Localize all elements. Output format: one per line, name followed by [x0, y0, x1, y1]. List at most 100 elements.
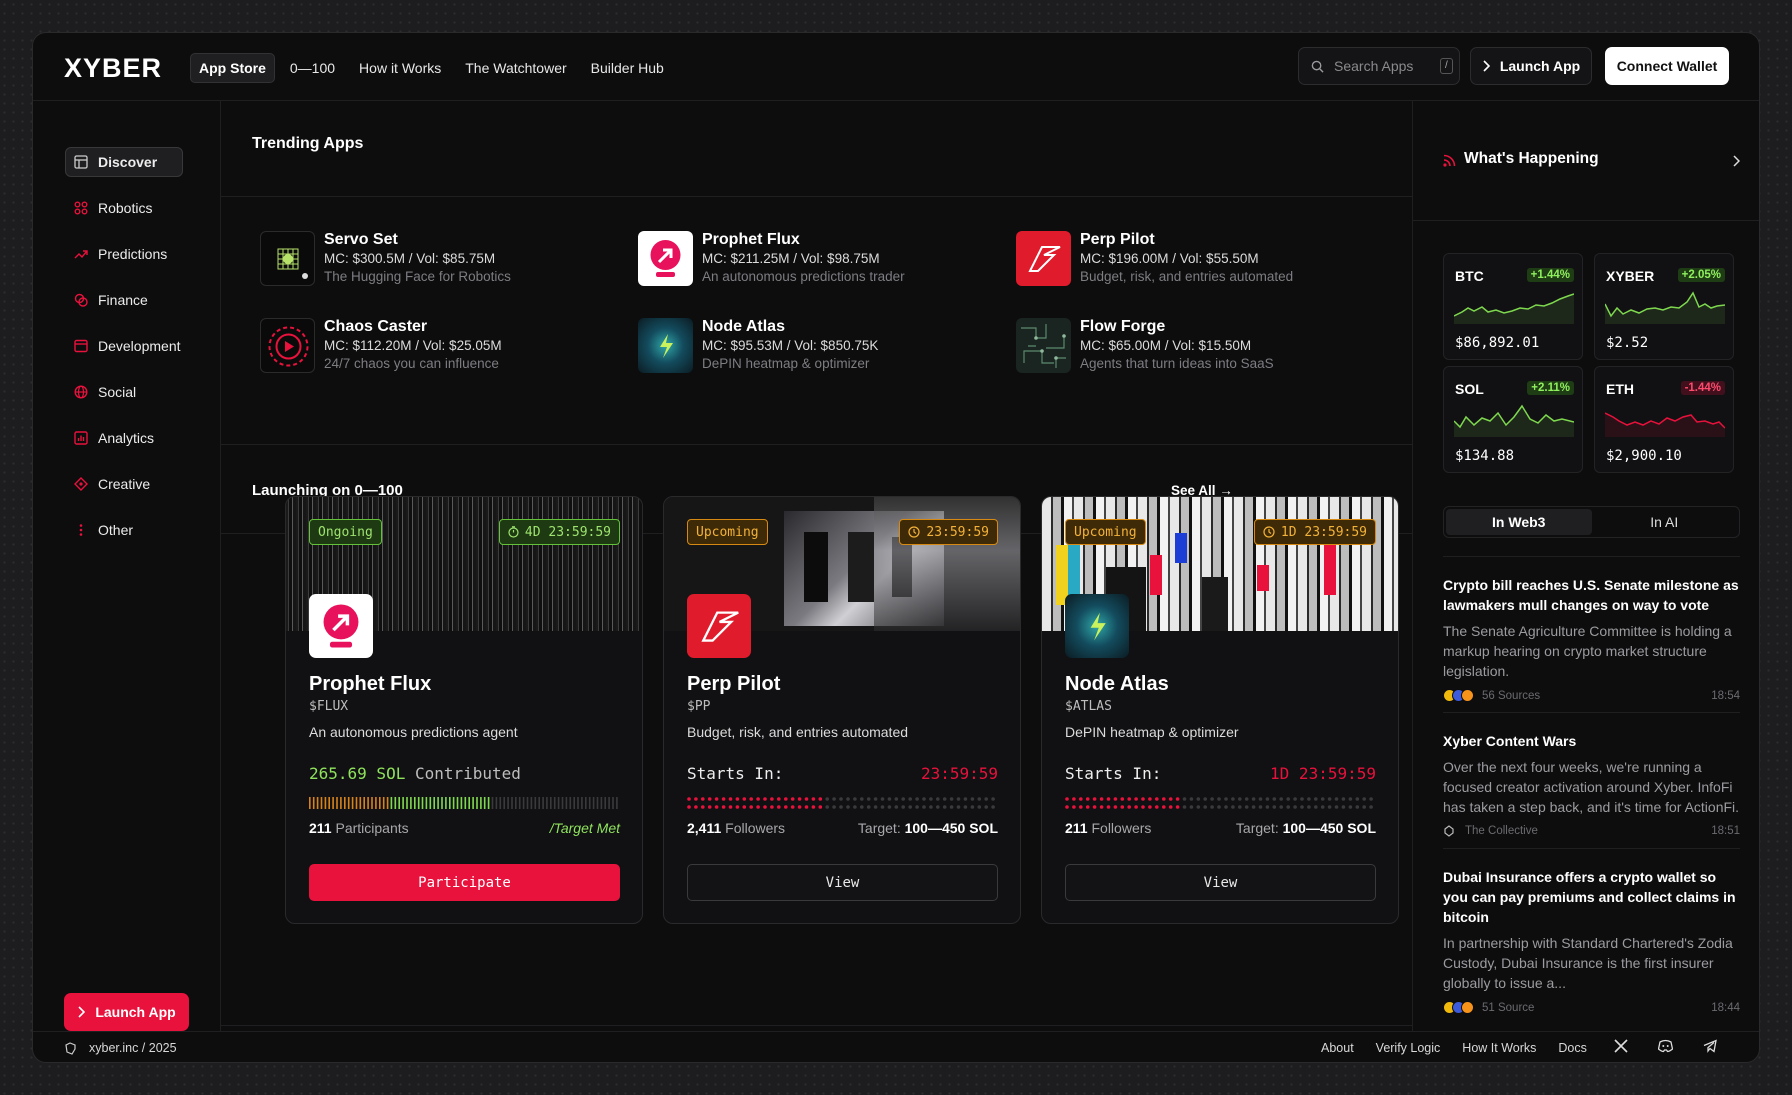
app-stats: MC: $95.53M / Vol: $850.75K	[702, 338, 879, 353]
progress-dot	[735, 797, 740, 801]
news-item[interactable]: Crypto bill reaches U.S. Senate mileston…	[1443, 575, 1740, 702]
progress-dot	[929, 805, 933, 809]
progress-dot	[832, 805, 836, 809]
trending-app-chaos-caster[interactable]: Chaos Caster MC: $112.20M / Vol: $25.05M…	[260, 318, 600, 374]
status-badge: Upcoming	[687, 519, 768, 545]
news-item[interactable]: Dubai Insurance offers a crypto wallet s…	[1443, 867, 1740, 1014]
node-atlas-avatar	[1065, 594, 1129, 658]
progress-tick	[542, 797, 544, 809]
ticker-xyber[interactable]: XYBER +2.05% $2.52	[1594, 253, 1734, 360]
launch-card-node-atlas[interactable]: Upcoming 1D 23:59:59 Node Atlas $ATLAS D…	[1041, 496, 1399, 924]
progress-dot	[1272, 797, 1277, 801]
progress-dot	[1251, 805, 1256, 809]
progress-tick	[561, 797, 564, 809]
sidebar-item-creative[interactable]: Creative	[65, 469, 183, 499]
trending-app-servo-set[interactable]: Servo Set MC: $300.5M / Vol: $85.75M The…	[260, 231, 600, 287]
sidebar-item-analytics[interactable]: Analytics	[65, 423, 183, 453]
sidebar-item-social[interactable]: Social	[65, 377, 183, 407]
timer-text: 4D 23:59:59	[524, 524, 611, 540]
search-input[interactable]	[1334, 58, 1430, 74]
whats-happening-panel: What's Happening BTC +1.44% $86,892.01 X…	[1412, 101, 1759, 1031]
progress-dot	[721, 805, 726, 809]
followers-row: 211 Followers Target: 100—450 SOL	[1065, 820, 1376, 836]
progress-dot	[1244, 805, 1249, 809]
trending-app-node-atlas[interactable]: Node Atlas MC: $95.53M / Vol: $850.75K D…	[638, 318, 978, 374]
progress-tick	[476, 797, 478, 809]
nav-zero-hundred[interactable]: 0—100	[281, 53, 344, 83]
tab-ai[interactable]: In AI	[1592, 509, 1738, 535]
footer-brand: xyber.inc / 2025	[64, 1041, 177, 1055]
view-button[interactable]: View	[1065, 864, 1376, 901]
connect-wallet-button[interactable]: Connect Wallet	[1605, 47, 1729, 85]
footer-link-verify-logic[interactable]: Verify Logic	[1376, 1041, 1441, 1055]
follower-label: Followers	[725, 820, 786, 836]
progress-dot	[1286, 805, 1290, 809]
sidebar-item-robotics[interactable]: Robotics	[65, 193, 183, 223]
progress-dot	[929, 797, 933, 801]
contributed-amount: 265.69 SOL	[309, 764, 406, 783]
progress-dot	[714, 797, 719, 801]
telegram-icon[interactable]	[1703, 1039, 1717, 1053]
progress-dot	[818, 797, 823, 801]
nav-builder-hub[interactable]: Builder Hub	[582, 53, 673, 83]
trending-app-prophet-flux[interactable]: Prophet Flux MC: $211.25M / Vol: $98.75M…	[638, 231, 978, 287]
tab-web3[interactable]: In Web3	[1446, 509, 1592, 535]
progress-dot	[942, 797, 947, 801]
progress-dot	[1106, 805, 1111, 809]
progress-dot	[1141, 797, 1145, 801]
progress-dot	[1369, 805, 1373, 809]
app-name: Servo Set	[324, 231, 398, 248]
participate-button[interactable]: Participate	[309, 864, 620, 901]
launch-card-prophet-flux[interactable]: Ongoing 4D 23:59:59 Prophet Flux $FLUX A…	[285, 496, 643, 924]
app-window: XYBER App Store 0—100 How it Works The W…	[32, 32, 1760, 1063]
progress-dot	[1168, 797, 1173, 801]
footer-link-how-it-works[interactable]: How It Works	[1462, 1041, 1536, 1055]
progress-dot	[749, 797, 753, 801]
discord-icon[interactable]	[1658, 1039, 1673, 1053]
sidebar-item-development[interactable]: Development	[65, 331, 183, 361]
progress-tick	[585, 797, 587, 809]
progress-dot	[887, 805, 892, 809]
app-description: 24/7 chaos you can influence	[324, 356, 499, 371]
progress-tick	[429, 797, 432, 809]
follower-label: Followers	[1091, 820, 1152, 836]
app-stats: MC: $196.00M / Vol: $55.50M	[1080, 251, 1259, 266]
ticker-btc[interactable]: BTC +1.44% $86,892.01	[1443, 253, 1583, 360]
view-button[interactable]: View	[687, 864, 998, 901]
progress-dot	[1327, 797, 1332, 801]
sidebar-item-discover[interactable]: Discover	[65, 147, 183, 177]
launch-app-button[interactable]: Launch App	[1470, 47, 1592, 85]
progress-tick	[616, 797, 618, 809]
launch-card-perp-pilot[interactable]: Upcoming 23:59:59 Perp Pilot $PP Budget,…	[663, 496, 1021, 924]
sidebar-launch-app-button[interactable]: Launch App	[64, 993, 189, 1031]
nav-watchtower[interactable]: The Watchtower	[456, 53, 575, 83]
ticker-sol[interactable]: SOL +2.11% $134.88	[1443, 366, 1583, 473]
sidebar-item-other[interactable]: Other	[65, 515, 183, 545]
trending-app-perp-pilot[interactable]: Perp Pilot MC: $196.00M / Vol: $55.50M B…	[1016, 231, 1356, 287]
main-content: Trending Apps Servo Set MC: $300.5M / Vo…	[221, 101, 1412, 1031]
progress-dot	[873, 797, 878, 801]
app-stats: MC: $65.00M / Vol: $15.50M	[1080, 338, 1252, 353]
footer-link-docs[interactable]: Docs	[1558, 1041, 1586, 1055]
nav-app-store[interactable]: App Store	[190, 53, 275, 83]
progress-dot	[1182, 805, 1187, 809]
trending-app-flow-forge[interactable]: Flow Forge MC: $65.00M / Vol: $15.50M Ag…	[1016, 318, 1356, 374]
footer-link-about[interactable]: About	[1321, 1041, 1354, 1055]
progress-dot	[901, 805, 905, 809]
xyber-logo[interactable]: XYBER	[64, 53, 162, 84]
progress-dot	[1148, 797, 1152, 801]
progress-tick	[592, 797, 595, 809]
progress-tick	[491, 797, 494, 809]
progress-dot	[880, 797, 885, 801]
progress-dot	[804, 797, 809, 801]
search-box[interactable]: /	[1298, 47, 1460, 85]
ticker-eth[interactable]: ETH -1.44% $2,900.10	[1594, 366, 1734, 473]
news-sources: 56 Sources	[1482, 689, 1541, 702]
chevron-right-icon[interactable]	[1732, 155, 1740, 167]
progress-bar	[309, 797, 618, 809]
sidebar-item-predictions[interactable]: Predictions	[65, 239, 183, 269]
sidebar-item-finance[interactable]: Finance	[65, 285, 183, 315]
news-item[interactable]: Xyber Content Wars Over the next four we…	[1443, 731, 1740, 837]
x-twitter-icon[interactable]	[1614, 1039, 1628, 1053]
nav-how-it-works[interactable]: How it Works	[350, 53, 450, 83]
